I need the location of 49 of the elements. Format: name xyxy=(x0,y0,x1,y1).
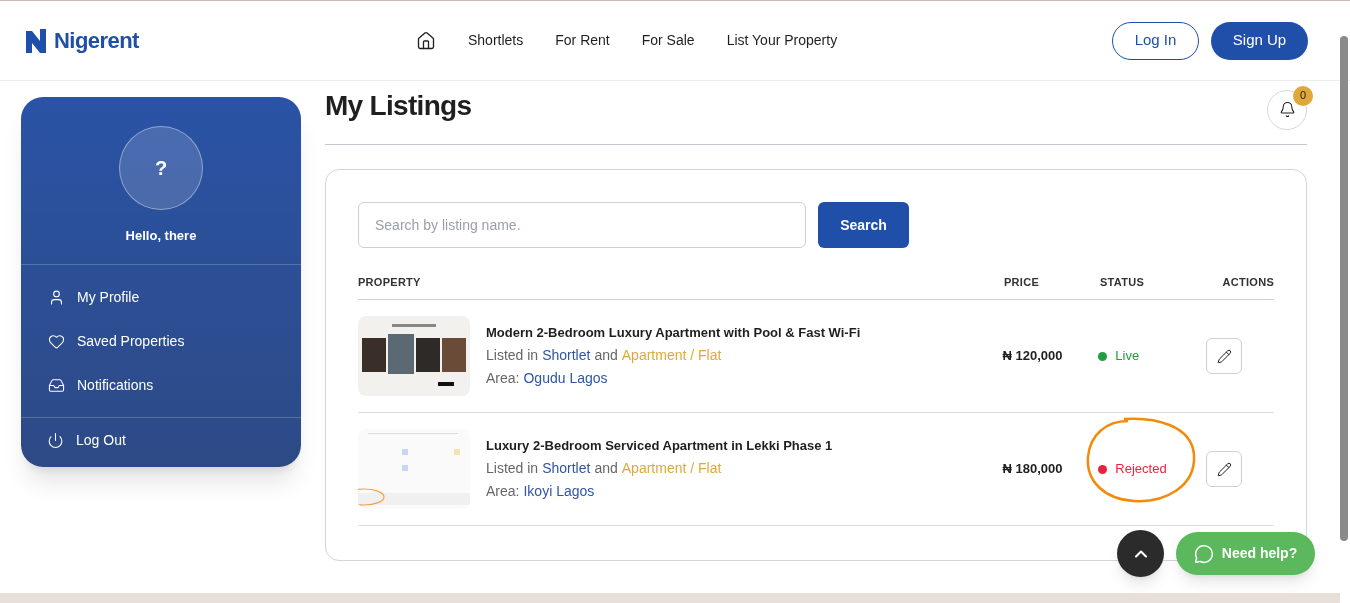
column-header: PROPERTY xyxy=(358,275,422,291)
listed-label: Listed in xyxy=(486,458,539,478)
greeting: Hello, there xyxy=(125,227,197,245)
notification-count: 0 xyxy=(1293,85,1313,106)
area-label: Area: xyxy=(486,368,520,388)
column-header: ACTIONS xyxy=(1222,275,1274,291)
listed-label: Listed in xyxy=(486,345,539,365)
price: ₦ 120,000 xyxy=(1002,347,1064,366)
edit-button[interactable] xyxy=(1206,338,1242,374)
home-icon[interactable] xyxy=(416,30,436,51)
edit-button[interactable] xyxy=(1206,451,1242,487)
pencil-icon xyxy=(1216,461,1232,477)
scrollbar[interactable] xyxy=(1340,36,1348,541)
brand-name: Nigerent xyxy=(54,27,139,55)
bell-icon xyxy=(1278,101,1296,118)
column-header: PRICE xyxy=(1004,275,1040,291)
sidebar-item[interactable]: Notifications xyxy=(21,363,301,407)
price: ₦ 180,000 xyxy=(1002,460,1064,479)
category-link[interactable]: Shortlet xyxy=(542,457,591,479)
listing-title: Luxury 2-Bedroom Serviced Apartment in Lekki Phase 1 xyxy=(486,437,833,456)
category-link[interactable]: Shortlet xyxy=(542,344,591,366)
nav-link[interactable]: Shortlets xyxy=(468,30,524,51)
pencil-icon xyxy=(1216,348,1232,364)
logout-item[interactable]: Log Out xyxy=(21,418,301,462)
search-field[interactable]: Search by listing name. xyxy=(358,202,806,248)
nav-link[interactable]: List Your Property xyxy=(726,30,838,51)
heart-icon xyxy=(48,332,65,350)
power-icon xyxy=(47,431,64,449)
status-label: Live xyxy=(1115,347,1140,366)
avatar: ? xyxy=(119,126,203,210)
page-title: My Listings xyxy=(325,88,472,123)
inbox-icon xyxy=(48,376,65,394)
column-header: STATUS xyxy=(1100,275,1146,291)
sidebar-item[interactable]: My Profile xyxy=(21,275,301,319)
user-icon xyxy=(48,288,65,306)
status-label: Rejected xyxy=(1115,460,1167,479)
nav-link[interactable]: For Sale xyxy=(641,30,695,51)
scroll-top-button[interactable] xyxy=(1117,530,1164,577)
nav-link[interactable]: For Rent xyxy=(555,30,610,51)
search-button[interactable]: Search xyxy=(818,202,909,248)
sidebar-item[interactable]: Saved Properties xyxy=(21,319,301,363)
chat-icon xyxy=(1193,543,1214,564)
listing-title: Modern 2-Bedroom Luxury Apartment with Pool & Fast Wi-Fi xyxy=(486,324,861,343)
area-link[interactable]: Ogudu Lagos xyxy=(523,367,608,389)
area-link[interactable]: Ikoyi Lagos xyxy=(523,480,595,502)
area-label: Area: xyxy=(486,481,520,501)
joiner-text: and xyxy=(594,458,618,478)
joiner-text: and xyxy=(594,345,618,365)
signup-button[interactable]: Sign Up xyxy=(1211,21,1308,60)
